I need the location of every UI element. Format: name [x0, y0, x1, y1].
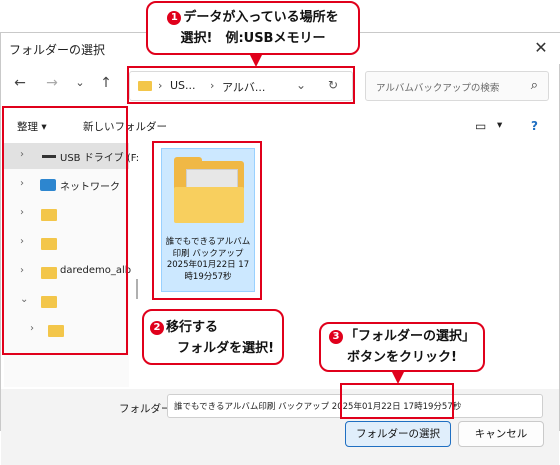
- callout-step-1: 1 データが入っている場所を 選択! 例:USBメモリー: [146, 1, 360, 55]
- highlight-select-button: [340, 383, 454, 419]
- callout-pointer: [391, 370, 405, 384]
- highlight-navigation-pane: [2, 106, 128, 355]
- search-placeholder: アルバムバックアップの検索: [376, 83, 500, 94]
- view-icon[interactable]: ▭: [475, 119, 486, 133]
- step-number-badge: 1: [167, 10, 182, 25]
- help-icon[interactable]: ?: [531, 119, 538, 133]
- view-dropdown-icon[interactable]: ▾: [497, 119, 502, 131]
- callout-step-3: 3 「フォルダーの選択」 ボタンをクリック!: [319, 322, 485, 372]
- callout-text: フォルダを選択!: [177, 341, 274, 356]
- callout-text: 「フォルダーの選択」: [344, 329, 475, 344]
- back-arrow-icon[interactable]: ←: [11, 74, 29, 92]
- close-icon[interactable]: ✕: [529, 37, 553, 59]
- callout-text: 移行する: [166, 320, 219, 335]
- search-icon[interactable]: ⌕: [531, 78, 538, 93]
- select-folder-button[interactable]: フォルダーの選択: [345, 421, 451, 447]
- step-number-badge: 3: [328, 329, 343, 344]
- callout-pointer: [249, 53, 263, 67]
- recent-chevron-icon[interactable]: ⌄: [71, 74, 89, 92]
- search-box[interactable]: アルバムバックアップの検索 ⌕: [365, 71, 549, 101]
- up-arrow-icon[interactable]: ↑: [97, 74, 115, 92]
- dialog-title: フォルダーの選択: [9, 43, 106, 57]
- forward-arrow-icon[interactable]: →: [43, 74, 61, 92]
- cancel-button[interactable]: キャンセル: [458, 421, 544, 447]
- callout-text: 選択! 例:USBメモリー: [180, 31, 326, 46]
- scrollbar-thumb[interactable]: [136, 279, 138, 299]
- highlight-folder-item: [152, 141, 262, 300]
- highlight-address-bar: [127, 66, 355, 104]
- callout-text: データが入っている場所を: [183, 10, 339, 25]
- callout-step-2: 2 移行する フォルダを選択!: [142, 309, 284, 365]
- callout-text: ボタンをクリック!: [347, 350, 457, 365]
- footer-bar: フォルダー: 誰でもできるアルバム印刷 バックアップ 2025年01月22日 1…: [1, 389, 559, 465]
- step-number-badge: 2: [150, 320, 164, 335]
